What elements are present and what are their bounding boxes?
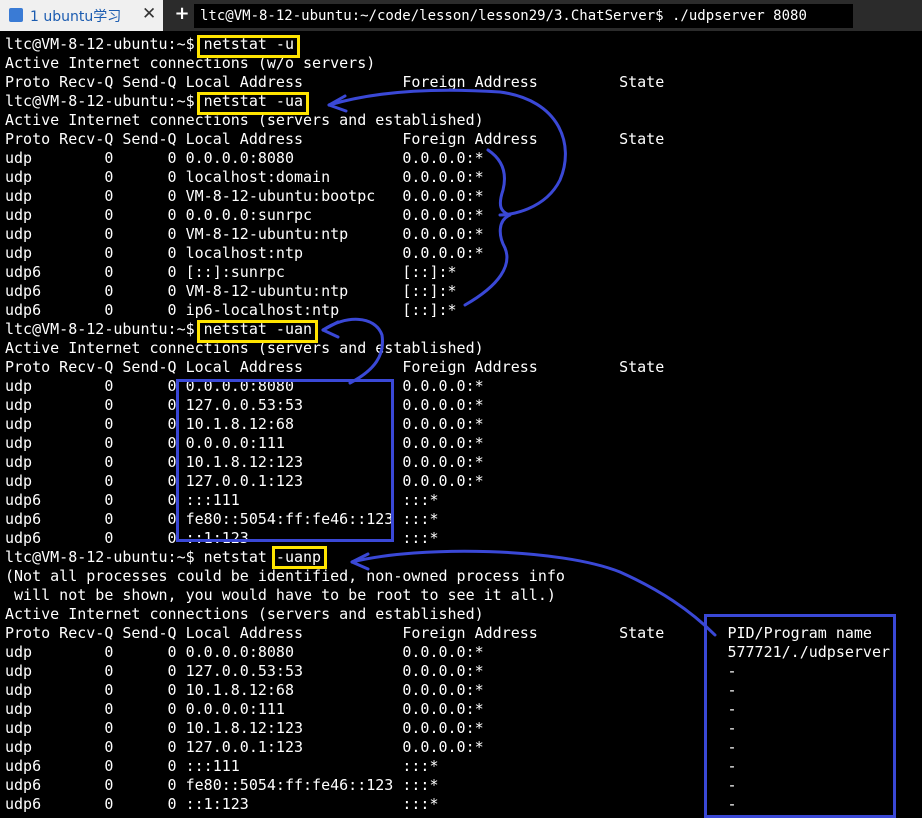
brace-ua bbox=[463, 148, 512, 307]
arrow-to-uan bbox=[321, 317, 385, 385]
arrow-to-uanp bbox=[350, 549, 717, 637]
annotation-arrows bbox=[321, 88, 717, 637]
arrow-to-ua bbox=[327, 88, 567, 217]
